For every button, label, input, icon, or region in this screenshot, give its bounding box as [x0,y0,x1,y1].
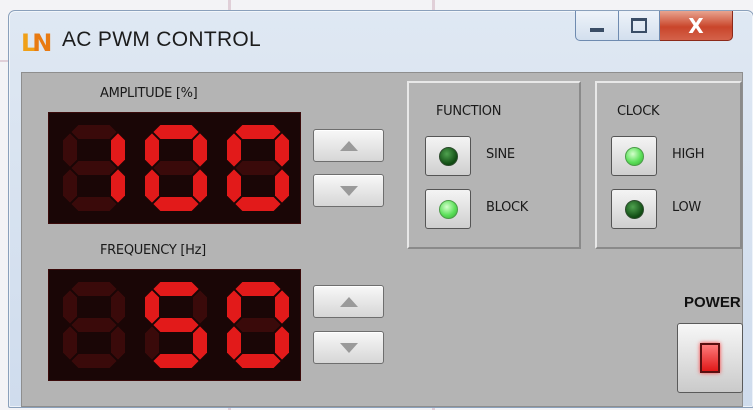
clock-low-label: LOW [672,200,701,215]
control-panel: AMPLITUDE [%] FREQUENCY [Hz] FUNCTION SI… [21,72,743,407]
maximize-icon [631,18,647,33]
frequency-digit-0-segment-d [71,354,117,368]
amplitude-digit-0-segment-g [71,161,117,175]
amplitude-digit-1-segment-c [193,169,207,203]
amplitude-digit-1-segment-g [153,161,199,175]
function-block-led [438,199,458,219]
frequency-digit-1-segment-b [193,290,207,324]
function-block-button[interactable] [425,189,471,229]
amplitude-digit-2-segment-g [235,161,281,175]
arrow-up-icon [339,296,358,307]
app-window: LN AC PWM CONTROL X AMPLITUDE [%] FREQUE… [8,10,753,408]
power-label: POWER [684,294,741,311]
amplitude-digit-1-segment-f [145,133,159,167]
clock-high-label: HIGH [672,147,705,162]
title-bar[interactable]: LN AC PWM CONTROL X [9,11,753,71]
power-lamp-icon [700,343,720,373]
frequency-digit-1-segment-e [145,326,159,360]
amplitude-digit-0-segment-a [71,125,117,139]
amplitude-digit-0-segment-f [63,133,77,167]
frequency-digits [63,282,289,368]
function-sine-led [438,146,458,166]
app-logo: LN [21,29,52,57]
function-sine-button[interactable] [425,136,471,176]
frequency-digit-0-segment-a [71,282,117,296]
amplitude-digit-0-segment-c [111,169,125,203]
power-button[interactable] [677,323,743,393]
frequency-down-button[interactable] [313,331,384,364]
amplitude-digit-2-segment-d [235,197,281,211]
close-button[interactable]: X [660,11,733,41]
frequency-digit-2-segment-b [275,290,289,324]
clock-group: CLOCK HIGH LOW [595,81,742,249]
frequency-digit-2-segment-e [227,326,241,360]
window-controls: X [575,11,733,41]
amplitude-digit-2-segment-a [235,125,281,139]
amplitude-digit-2-segment-f [227,133,241,167]
amplitude-display [48,112,301,224]
frequency-digit-0-segment-g [71,318,117,332]
amplitude-digit-1-segment-b [193,133,207,167]
frequency-digit-1-segment-f [145,290,159,324]
amplitude-digit-0-segment-b [111,133,125,167]
amplitude-digit-1-segment-e [145,169,159,203]
amplitude-digit-2-segment-c [275,169,289,203]
maximize-button[interactable] [619,11,660,41]
frequency-digit-0-segment-c [111,326,125,360]
frequency-display [48,269,301,381]
minimize-button[interactable] [575,11,619,41]
window-title: AC PWM CONTROL [62,28,262,51]
amplitude-digit-0-segment-d [71,197,117,211]
amplitude-digit-1-segment-d [153,197,199,211]
frequency-digit-0-segment-b [111,290,125,324]
clock-high-led [624,146,644,166]
clock-high-button[interactable] [611,136,657,176]
frequency-digit-0-segment-f [63,290,77,324]
minimize-icon [590,27,604,32]
clock-low-led [624,199,644,219]
frequency-digit-2-segment-g [235,318,281,332]
close-icon: X [688,13,704,38]
frequency-digit-2-segment-f [227,290,241,324]
amplitude-up-button[interactable] [313,129,384,162]
frequency-digit-2-segment-d [235,354,281,368]
function-block-label: BLOCK [486,200,529,215]
arrow-down-icon [339,342,358,353]
function-group: FUNCTION SINE BLOCK [407,81,581,249]
frequency-digit-1-segment-g [153,318,199,332]
frequency-digit-0-segment-e [63,326,77,360]
frequency-digit-2-segment-c [275,326,289,360]
clock-title: CLOCK [617,104,660,119]
arrow-down-icon [339,185,358,196]
frequency-digit-1-segment-c [193,326,207,360]
frequency-digit-1-segment-d [153,354,199,368]
frequency-digit-1-segment-a [153,282,199,296]
amplitude-digit-0-segment-e [63,169,77,203]
function-sine-label: SINE [486,147,515,162]
amplitude-digit-2-segment-e [227,169,241,203]
amplitude-label: AMPLITUDE [%] [100,86,198,101]
arrow-up-icon [339,140,358,151]
amplitude-digit-2-segment-b [275,133,289,167]
amplitude-digits [63,125,289,211]
function-title: FUNCTION [436,104,502,119]
amplitude-down-button[interactable] [313,174,384,207]
amplitude-digit-1-segment-a [153,125,199,139]
frequency-digit-2-segment-a [235,282,281,296]
frequency-up-button[interactable] [313,285,384,318]
clock-low-button[interactable] [611,189,657,229]
frequency-label: FREQUENCY [Hz] [100,243,206,258]
